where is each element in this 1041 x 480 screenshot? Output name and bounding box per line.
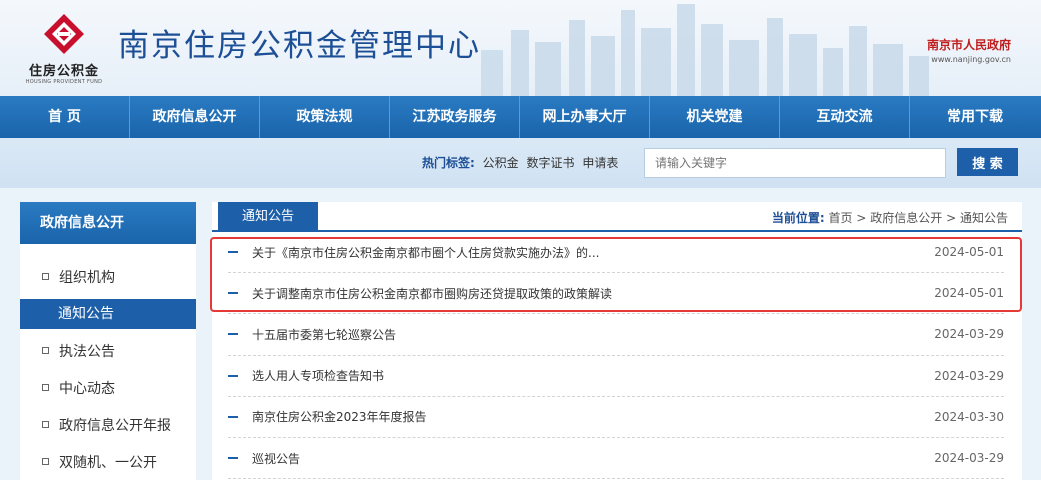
government-name: 南京市人民政府 xyxy=(926,38,1011,52)
hot-tag-digital-cert[interactable]: 数字证书 xyxy=(526,156,574,170)
breadcrumb: 当前位置: 首页 > 政府信息公开 > 通知公告 xyxy=(772,209,1008,226)
city-skyline-image xyxy=(481,4,929,96)
sidebar-item-center-news[interactable]: 中心动态 xyxy=(20,373,196,410)
square-bullet-icon xyxy=(42,420,49,428)
logo-english-text: HOUSING PROVIDENT FUND xyxy=(25,79,103,85)
nav-item-online-hall[interactable]: 网上办事大厅 xyxy=(520,96,650,138)
dash-bullet-icon xyxy=(228,333,238,336)
breadcrumb-separator: > xyxy=(856,211,867,225)
news-title-link[interactable]: 南京住房公积金2023年年度报告 xyxy=(252,408,924,425)
government-url: www.nanjing.gov.cn xyxy=(931,55,1011,64)
sidebar-item-random-inspection[interactable]: 双随机、一公开 xyxy=(20,447,196,480)
news-item: 十五届市委第七轮巡察公告 2024-03-29 xyxy=(228,314,1004,356)
sidebar-item-label: 中心动态 xyxy=(59,381,115,397)
sidebar-item-enforcement[interactable]: 执法公告 xyxy=(20,336,196,373)
dash-bullet-icon xyxy=(228,457,238,460)
sidebar-item-notices[interactable]: 通知公告 xyxy=(20,299,196,329)
news-title-link[interactable]: 巡视公告 xyxy=(252,450,924,467)
dash-bullet-icon xyxy=(228,292,238,295)
news-item: 南京住房公积金2023年年度报告 2024-03-30 xyxy=(228,397,1004,438)
sidebar-item-annual-report[interactable]: 政府信息公开年报 xyxy=(20,410,196,447)
sidebar-menu: 组织机构 通知公告 执法公告 中心动态 政府信息公开年报 双随机、一公开 xyxy=(20,244,196,480)
tab-bar: 通知公告 当前位置: 首页 > 政府信息公开 > 通知公告 xyxy=(212,202,1022,232)
news-date: 2024-03-30 xyxy=(934,409,1004,424)
site-logo[interactable]: 住房公积金 HOUSING PROVIDENT FUND xyxy=(22,12,106,86)
breadcrumb-home[interactable]: 首页 xyxy=(829,211,853,225)
news-date: 2024-05-01 xyxy=(934,245,1004,260)
news-title-link[interactable]: 选人用人专项检查告知书 xyxy=(252,367,924,384)
nav-item-interaction[interactable]: 互动交流 xyxy=(780,96,910,138)
square-bullet-icon xyxy=(42,457,49,465)
square-bullet-icon xyxy=(42,272,49,280)
nav-item-jiangsu-services[interactable]: 江苏政务服务 xyxy=(390,96,520,138)
sidebar: 政府信息公开 组织机构 通知公告 执法公告 中心动态 政府信息公开年报 双随机、… xyxy=(20,202,196,480)
sidebar-title: 政府信息公开 xyxy=(20,202,196,244)
news-title-link[interactable]: 关于调整南京市住房公积金南京都市圈购房还贷提取政策的政策解读 xyxy=(252,285,924,302)
hot-tag-application-form[interactable]: 申请表 xyxy=(582,156,618,170)
hot-tag-gongjijin[interactable]: 公积金 xyxy=(483,156,519,170)
news-date: 2024-05-01 xyxy=(934,286,1004,301)
sidebar-item-label: 双随机、一公开 xyxy=(59,455,157,471)
breadcrumb-separator: > xyxy=(946,211,957,225)
dash-bullet-icon xyxy=(228,374,238,377)
site-title: 南京住房公积金管理中心 xyxy=(118,28,481,64)
hot-tags: 热门标签: 公积金 数字证书 申请表 xyxy=(422,154,618,171)
news-title-link[interactable]: 关于《南京市住房公积金南京都市圈个人住房贷款实施办法》的... xyxy=(252,244,924,261)
news-title-link[interactable]: 十五届市委第七轮巡察公告 xyxy=(252,326,924,343)
news-item: 巡视公告 2024-03-29 xyxy=(228,438,1004,480)
nav-item-gov-info[interactable]: 政府信息公开 xyxy=(130,96,260,138)
breadcrumb-gov-info[interactable]: 政府信息公开 xyxy=(870,211,942,225)
search-input[interactable] xyxy=(644,148,946,178)
tab-notices[interactable]: 通知公告 xyxy=(218,202,318,232)
sidebar-item-organization[interactable]: 组织机构 xyxy=(20,262,196,299)
nav-item-home[interactable]: 首 页 xyxy=(0,96,130,138)
search-bar: 热门标签: 公积金 数字证书 申请表 搜 索 xyxy=(0,138,1041,188)
logo-chinese-text: 住房公积金 xyxy=(28,64,99,79)
news-date: 2024-03-29 xyxy=(934,368,1004,383)
main-content: 通知公告 当前位置: 首页 > 政府信息公开 > 通知公告 关于《南京市住房公积… xyxy=(212,202,1022,480)
nav-item-party-building[interactable]: 机关党建 xyxy=(650,96,780,138)
breadcrumb-notices[interactable]: 通知公告 xyxy=(960,211,1008,225)
dash-bullet-icon xyxy=(228,251,238,254)
housing-fund-logo-icon xyxy=(44,14,84,54)
sidebar-item-label: 执法公告 xyxy=(59,344,115,360)
sidebar-item-label: 政府信息公开年报 xyxy=(59,418,171,434)
dash-bullet-icon xyxy=(228,415,238,418)
nav-item-policies[interactable]: 政策法规 xyxy=(260,96,390,138)
breadcrumb-label: 当前位置: xyxy=(771,211,825,225)
news-item: 关于《南京市住房公积金南京都市圈个人住房贷款实施办法》的... 2024-05-… xyxy=(228,232,1004,274)
hot-tags-label: 热门标签: xyxy=(422,156,475,170)
main-navigation: 首 页 政府信息公开 政策法规 江苏政务服务 网上办事大厅 机关党建 互动交流 … xyxy=(0,96,1041,138)
search-button[interactable]: 搜 索 xyxy=(957,148,1018,176)
sidebar-item-label: 组织机构 xyxy=(59,270,115,286)
news-item: 选人用人专项检查告知书 2024-03-29 xyxy=(228,356,1004,397)
square-bullet-icon xyxy=(42,383,49,391)
news-date: 2024-03-29 xyxy=(934,451,1004,466)
nanjing-government-link[interactable]: 南京市人民政府 www.nanjing.gov.cn xyxy=(927,36,1011,64)
square-bullet-icon xyxy=(42,346,49,354)
site-header: 住房公积金 HOUSING PROVIDENT FUND 南京住房公积金管理中心… xyxy=(0,0,1041,96)
news-list: 关于《南京市住房公积金南京都市圈个人住房贷款实施办法》的... 2024-05-… xyxy=(212,232,1022,480)
sidebar-item-label: 通知公告 xyxy=(58,306,114,322)
nav-item-downloads[interactable]: 常用下载 xyxy=(910,96,1040,138)
news-item: 关于调整南京市住房公积金南京都市圈购房还贷提取政策的政策解读 2024-05-0… xyxy=(228,273,1004,315)
news-date: 2024-03-29 xyxy=(934,327,1004,342)
